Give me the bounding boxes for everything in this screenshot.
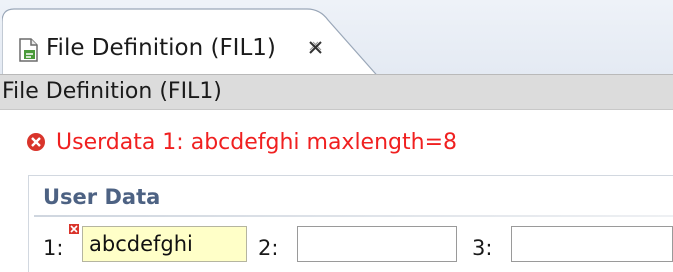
user-data-2-input[interactable] [297,226,457,262]
user-data-3-input[interactable] [511,226,673,262]
user-data-1-input[interactable] [82,226,247,262]
editor-header: File Definition (FIL1) [0,74,673,110]
field-label-1: 1: [43,236,64,260]
tab-label: File Definition (FIL1) [46,35,276,61]
section-title-divider [34,215,673,217]
field-label-3: 3: [472,236,493,260]
field-error-marker-icon [69,224,79,234]
field-label-2: 2: [258,236,279,260]
section-title: User Data [43,185,161,209]
section-border-top [28,175,673,176]
error-message: Userdata 1: abcdefghi maxlength=8 [26,127,457,157]
error-text: Userdata 1: abcdefghi maxlength=8 [56,129,457,155]
tab-file-definition[interactable]: File Definition (FIL1) [2,6,395,81]
file-definition-icon [19,38,38,62]
error-icon [27,133,45,151]
page-title: File Definition (FIL1) [2,79,222,104]
close-icon[interactable] [307,39,324,56]
editor-tab-strip: File Definition (FIL1) [0,0,673,81]
section-border-left [28,175,29,272]
